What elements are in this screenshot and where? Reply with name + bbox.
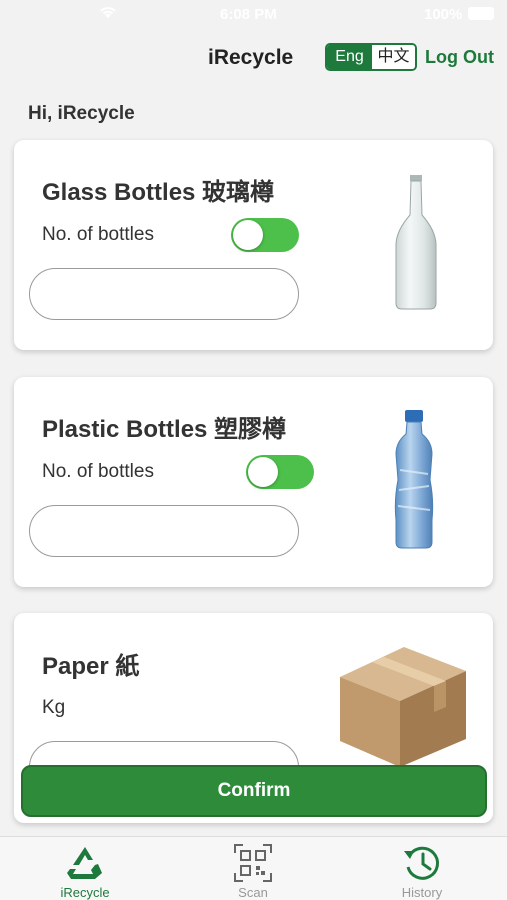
plastic-bottles-toggle[interactable] — [246, 455, 314, 489]
card-label: Kg — [42, 697, 66, 718]
tab-label: iRecycle — [60, 885, 110, 900]
status-bar: 6:08 PM 100% — [0, 0, 507, 30]
logout-button[interactable]: Log Out — [425, 47, 494, 68]
glass-bottles-input[interactable] — [29, 268, 299, 320]
toggle-knob — [233, 220, 263, 250]
header: iRecycle Eng 中文 Log Out — [0, 38, 507, 78]
tab-label: Scan — [238, 885, 268, 900]
language-toggle[interactable]: Eng 中文 — [325, 43, 417, 71]
glass-bottle-image — [395, 175, 437, 310]
card-title: Paper 紙 — [42, 653, 140, 680]
qr-code-icon — [234, 844, 272, 882]
tab-irecycle[interactable]: iRecycle — [30, 837, 140, 900]
wifi-icon — [98, 4, 118, 24]
battery-percent: 100% — [424, 6, 463, 23]
card-label: No. of bottles — [42, 224, 154, 245]
tab-bar: iRecycle Scan History — [0, 836, 507, 900]
card-label: No. of bottles — [42, 461, 154, 482]
toggle-knob — [248, 457, 278, 487]
lang-eng-button[interactable]: Eng — [327, 45, 372, 69]
glass-bottles-card: Glass Bottles 玻璃樽 No. of bottles — [14, 140, 493, 350]
tab-label: History — [401, 885, 443, 900]
status-time: 6:08 PM — [220, 6, 277, 23]
history-icon — [404, 846, 440, 880]
tab-scan[interactable]: Scan — [198, 837, 308, 900]
greeting: Hi, iRecycle — [28, 103, 135, 124]
plastic-bottles-input[interactable] — [29, 505, 299, 557]
plastic-bottles-card: Plastic Bottles 塑膠樽 No. of bottles — [14, 377, 493, 587]
cardboard-box-image — [340, 647, 466, 767]
recycle-icon — [67, 847, 102, 879]
lang-zh-button[interactable]: 中文 — [372, 45, 415, 69]
plastic-bottle-image — [394, 410, 434, 549]
battery-icon — [468, 7, 494, 20]
card-title: Glass Bottles 玻璃樽 — [42, 179, 275, 206]
card-title: Plastic Bottles 塑膠樽 — [42, 416, 287, 443]
tab-history[interactable]: History — [367, 837, 477, 900]
confirm-button[interactable]: Confirm — [21, 765, 487, 817]
app-title: iRecycle — [208, 46, 294, 69]
glass-bottles-toggle[interactable] — [231, 218, 299, 252]
